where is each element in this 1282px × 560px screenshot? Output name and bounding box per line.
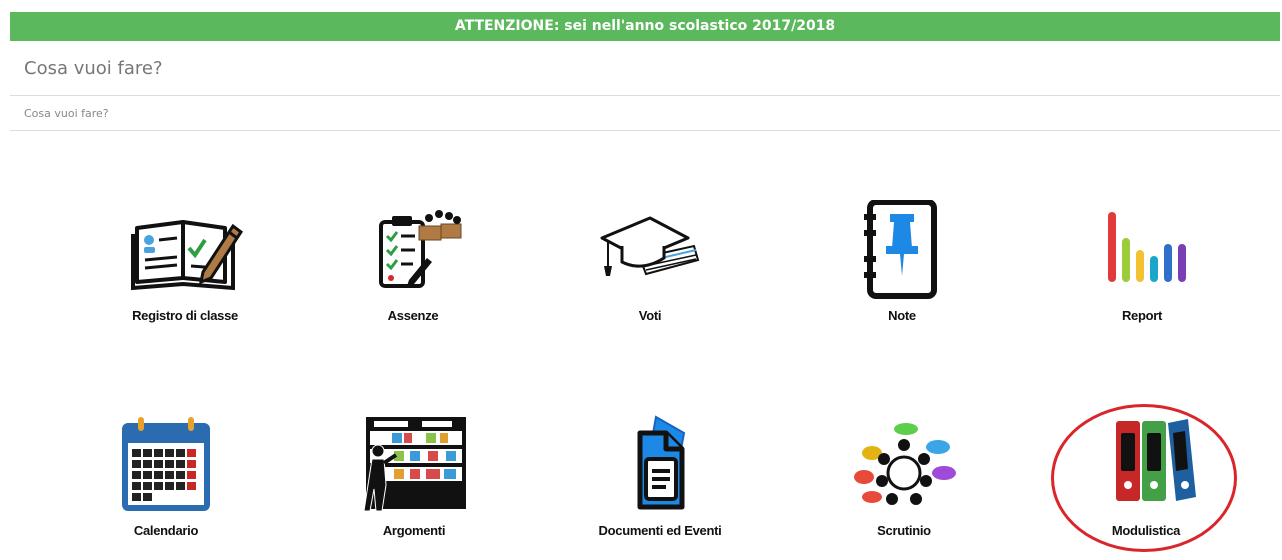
tile-label: Voti — [638, 308, 662, 323]
tile-argomenti[interactable]: Argomenti — [304, 415, 524, 560]
tile-documenti-ed-eventi[interactable]: Documenti ed Eventi — [550, 415, 770, 560]
tile-label: Note — [888, 308, 916, 323]
bar-chart-icon — [1082, 200, 1202, 300]
notebook-pushpin-icon — [842, 200, 962, 300]
breadcrumb: Cosa vuoi fare? — [10, 96, 1280, 131]
teacher-blackboard-icon — [354, 415, 474, 515]
binders-icon — [1086, 415, 1206, 515]
tile-label: Registro di classe — [132, 308, 238, 323]
tile-label: Calendario — [133, 523, 199, 538]
tile-label: Report — [1121, 308, 1163, 323]
calendar-icon — [106, 415, 226, 515]
breadcrumb-item[interactable]: Cosa vuoi fare? — [24, 107, 109, 120]
page-header: Cosa vuoi fare? — [10, 41, 1280, 96]
document-ticket-icon — [600, 415, 720, 515]
attendance-checklist-icon — [353, 200, 473, 300]
tile-voti[interactable]: Voti — [540, 200, 760, 350]
tile-note[interactable]: Note — [792, 200, 1012, 350]
open-book-pencil-icon — [125, 200, 245, 300]
tile-label: Scrutinio — [877, 523, 931, 538]
tile-label: Assenze — [387, 308, 439, 323]
tile-label: Modulistica — [1111, 523, 1181, 538]
tile-registro-di-classe[interactable]: Registro di classe — [75, 200, 295, 350]
tile-modulistica[interactable]: Modulistica — [1036, 415, 1256, 560]
tile-assenze[interactable]: Assenze — [303, 200, 523, 350]
meeting-table-icon — [844, 415, 964, 515]
page-title: Cosa vuoi fare? — [24, 58, 163, 79]
tile-label: Argomenti — [382, 523, 446, 538]
tile-scrutinio[interactable]: Scrutinio — [794, 415, 1014, 560]
graduation-cap-icon — [590, 200, 710, 300]
tile-label: Documenti ed Eventi — [598, 523, 722, 538]
school-year-warning-banner: ATTENZIONE: sei nell'anno scolastico 201… — [10, 12, 1280, 41]
tile-calendario[interactable]: Calendario — [56, 415, 276, 560]
tile-report[interactable]: Report — [1032, 200, 1252, 350]
